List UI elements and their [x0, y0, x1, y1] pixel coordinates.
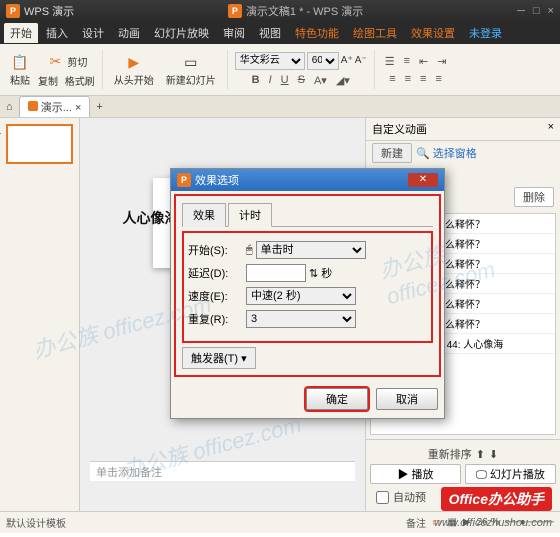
fontsize-select[interactable]: 60: [307, 52, 339, 70]
highlight-button[interactable]: ◢▾: [333, 73, 353, 88]
menu-slideshow[interactable]: 幻灯片放映: [148, 23, 215, 43]
titlebar: P WPS 演示 P 演示文稿1 * - WPS 演示 ─ □ ×: [0, 0, 560, 22]
trigger-button[interactable]: 触发器(T) ▾: [182, 347, 256, 369]
reorder-label: 重新排序: [428, 446, 472, 462]
spinner-icon[interactable]: ⇅: [309, 267, 318, 280]
paste-label: 粘贴: [10, 72, 30, 87]
autoplay-checkbox[interactable]: [376, 491, 389, 504]
dialog-logo-icon: P: [177, 173, 191, 187]
bold-button[interactable]: B: [249, 73, 263, 88]
close-icon[interactable]: ×: [548, 5, 554, 17]
menu-view[interactable]: 视图: [253, 23, 287, 43]
doc-title-text: 演示文稿1 * - WPS 演示: [246, 3, 363, 19]
new-button[interactable]: 新建: [372, 143, 412, 163]
paste-icon: 📋: [10, 52, 30, 72]
newslide-button[interactable]: ▭ 新建幻灯片: [162, 50, 220, 89]
dialog-close-icon[interactable]: ✕: [408, 173, 438, 187]
note-label[interactable]: 备注: [406, 515, 426, 530]
underline-button[interactable]: U: [278, 73, 292, 88]
menu-insert[interactable]: 插入: [40, 23, 74, 43]
delay-input[interactable]: [246, 264, 306, 282]
fromhead-button[interactable]: ▶ 从头开始: [110, 50, 158, 89]
pane-close-icon[interactable]: ×: [548, 121, 554, 137]
menu-animation[interactable]: 动画: [112, 23, 146, 43]
tab-effect[interactable]: 效果: [182, 203, 226, 227]
newslide-icon: ▭: [181, 52, 201, 72]
doc-icon: P: [228, 4, 242, 18]
menu-effectset[interactable]: 效果设置: [405, 23, 461, 43]
align-center-icon[interactable]: ≡: [402, 72, 414, 86]
reorder-down-icon[interactable]: ⬇: [489, 448, 498, 461]
template-label: 默认设计模板: [6, 515, 66, 530]
doc-title: P 演示文稿1 * - WPS 演示: [228, 3, 363, 19]
cancel-button[interactable]: 取消: [376, 388, 438, 410]
url-text: www.officezhushou.com: [434, 517, 552, 529]
menu-start[interactable]: 开始: [4, 23, 38, 43]
speed-select[interactable]: 中速(2 秒): [246, 287, 356, 305]
slide-thumbnails: [0, 118, 80, 511]
align-right-icon[interactable]: ≡: [417, 72, 429, 86]
menubar: 开始 插入 设计 动画 幻灯片放映 审阅 视图 特色功能 绘图工具 效果设置 未…: [0, 22, 560, 44]
dialog-titlebar[interactable]: P 效果选项 ✕: [171, 169, 444, 191]
align-justify-icon[interactable]: ≡: [432, 72, 444, 86]
window-controls: ─ □ ×: [517, 5, 554, 17]
shrink-font-icon[interactable]: A⁻: [355, 55, 367, 66]
doc-tabbar: ⌂ 演示... × +: [0, 96, 560, 118]
grow-font-icon[interactable]: A⁺: [341, 55, 353, 66]
delay-label: 延迟(D):: [188, 265, 246, 281]
cut-button[interactable]: ✂剪切: [45, 52, 87, 72]
menu-drawtools[interactable]: 绘图工具: [347, 23, 403, 43]
pane-title: 自定义动画: [372, 121, 427, 137]
copy-button[interactable]: 复制 格式刷: [38, 73, 95, 88]
formatbrush-button[interactable]: 格式刷: [65, 73, 95, 88]
start-select[interactable]: 单击时: [256, 241, 366, 259]
ok-button[interactable]: 确定: [306, 388, 368, 410]
select-pane-link[interactable]: 🔍 选择窗格: [416, 145, 477, 161]
play-button[interactable]: ▶ 播放: [370, 464, 461, 484]
italic-button[interactable]: I: [266, 73, 275, 88]
delete-button[interactable]: 删除: [514, 187, 554, 207]
effect-options-dialog: P 效果选项 ✕ 效果 计时 开始(S):🖱单击时 延迟(D):⇅秒 速度(E)…: [170, 168, 445, 419]
indent-inc-icon[interactable]: ⇥: [434, 54, 449, 69]
app-name: WPS 演示: [24, 3, 74, 19]
app-logo-icon: P: [6, 4, 20, 18]
speed-label: 速度(E):: [188, 288, 246, 304]
start-label: 开始(S):: [188, 242, 246, 258]
menu-features[interactable]: 特色功能: [289, 23, 345, 43]
thumbnail-1[interactable]: [6, 124, 73, 164]
tab-home-icon[interactable]: ⌂: [6, 101, 13, 113]
dialog-title: 效果选项: [195, 172, 239, 188]
ribbon: 📋 粘贴 ✂剪切 复制 格式刷 ▶ 从头开始 ▭ 新建幻灯片 华文彩云 60 A…: [0, 44, 560, 96]
slideshow-button[interactable]: 🖵 幻灯片播放: [465, 464, 556, 484]
menu-review[interactable]: 审阅: [217, 23, 251, 43]
minimize-icon[interactable]: ─: [517, 5, 525, 17]
bullets-icon[interactable]: ☰: [382, 54, 398, 69]
strike-button[interactable]: S: [295, 73, 308, 88]
doc-tab[interactable]: 演示... ×: [19, 96, 91, 117]
maximize-icon[interactable]: □: [533, 5, 540, 17]
repeat-select[interactable]: 3: [246, 310, 356, 328]
reorder-up-icon[interactable]: ⬆: [476, 448, 485, 461]
notes-area[interactable]: 单击添加备注: [90, 461, 355, 481]
mouse-icon: 🖱: [246, 244, 253, 257]
cut-icon: ✂: [45, 52, 65, 72]
play-icon: ▶: [124, 52, 144, 72]
repeat-label: 重复(R):: [188, 311, 246, 327]
brand-badge: Office办公助手: [441, 487, 552, 511]
font-select[interactable]: 华文彩云: [235, 52, 305, 70]
align-left-icon[interactable]: ≡: [386, 72, 398, 86]
fontcolor-button[interactable]: A▾: [311, 73, 330, 88]
tab-add-icon[interactable]: +: [96, 101, 102, 113]
indent-dec-icon[interactable]: ⇤: [416, 54, 431, 69]
menu-login[interactable]: 未登录: [463, 23, 508, 43]
paste-button[interactable]: 📋 粘贴: [6, 50, 34, 89]
menu-design[interactable]: 设计: [76, 23, 110, 43]
numbering-icon[interactable]: ≡: [401, 54, 413, 69]
tab-timing[interactable]: 计时: [228, 203, 272, 227]
